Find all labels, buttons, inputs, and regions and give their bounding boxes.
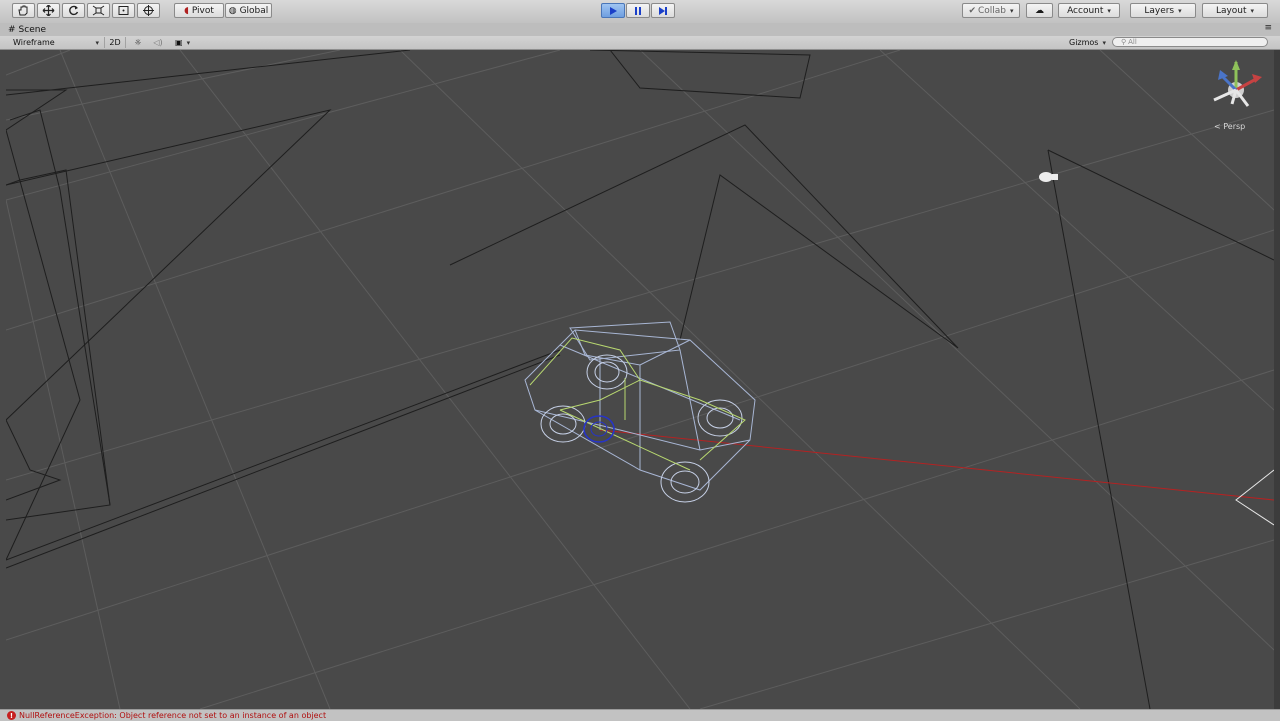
projection-label[interactable]: < Persp bbox=[1214, 122, 1245, 131]
main-toolbar: ◖ Pivot ◍ Global ✔ Collab ☁ Account Laye… bbox=[0, 0, 1280, 24]
layout-label: Layout bbox=[1215, 5, 1247, 16]
cloud-icon: ☁ bbox=[1035, 5, 1044, 16]
mode-2d-toggle[interactable]: 2D bbox=[104, 37, 126, 48]
orientation-gizmo bbox=[1213, 60, 1262, 107]
hand-icon[interactable] bbox=[12, 3, 35, 18]
console-status-message: NullReferenceException: Object reference… bbox=[19, 711, 327, 720]
tab-menu-icon[interactable]: ≡ bbox=[1264, 23, 1272, 33]
pause-button[interactable] bbox=[626, 3, 650, 18]
search-placeholder: All bbox=[1128, 38, 1137, 46]
collab-dropdown[interactable]: ✔ Collab bbox=[962, 3, 1020, 18]
persp-text: Persp bbox=[1223, 122, 1246, 131]
jeep-wireframe bbox=[524, 321, 756, 503]
rect-tool-icon[interactable] bbox=[112, 3, 135, 18]
scene-toolbar: Wireframe 2D ☼ ◁) ▣ Gizmos ⚲ All bbox=[0, 36, 1280, 50]
pivot-icon: ◖ bbox=[184, 5, 189, 16]
tab-scene[interactable]: # Scene bbox=[8, 23, 46, 36]
mode-2d-label: 2D bbox=[109, 38, 121, 47]
effects-icon[interactable]: ▣ bbox=[172, 37, 196, 48]
persp-arrow-icon: < bbox=[1214, 122, 1221, 131]
search-icon: ⚲ bbox=[1121, 38, 1127, 46]
layers-dropdown[interactable]: Layers bbox=[1130, 3, 1196, 18]
move-icon[interactable] bbox=[37, 3, 60, 18]
error-icon: ! bbox=[7, 711, 16, 720]
audio-icon[interactable]: ◁) bbox=[150, 37, 166, 48]
account-label: Account bbox=[1067, 5, 1104, 16]
draw-mode-dropdown[interactable]: Wireframe bbox=[10, 37, 102, 48]
transform-tool-icon[interactable] bbox=[137, 3, 160, 18]
layers-label: Layers bbox=[1144, 5, 1175, 16]
viewport-edge bbox=[1274, 50, 1280, 709]
scene-wireframe bbox=[6, 50, 1274, 709]
scene-tab-bar: # Scene ≡ bbox=[0, 23, 1280, 37]
pivot-toggle[interactable]: ◖ Pivot bbox=[174, 3, 224, 18]
layout-dropdown[interactable]: Layout bbox=[1202, 3, 1268, 18]
gizmos-label: Gizmos bbox=[1069, 38, 1099, 47]
search-input[interactable]: ⚲ All bbox=[1112, 37, 1268, 47]
scene-icon: # bbox=[8, 24, 16, 35]
account-dropdown[interactable]: Account bbox=[1058, 3, 1120, 18]
pivot-label: Pivot bbox=[191, 5, 214, 16]
check-icon: ✔ bbox=[968, 5, 976, 16]
rotate-icon[interactable] bbox=[62, 3, 85, 18]
scale-icon[interactable] bbox=[87, 3, 110, 18]
global-toggle[interactable]: ◍ Global bbox=[225, 3, 272, 18]
collab-label: Collab bbox=[978, 5, 1007, 16]
step-button[interactable] bbox=[651, 3, 675, 18]
scene-tab-label: Scene bbox=[18, 24, 46, 35]
lighting-icon[interactable]: ☼ bbox=[130, 37, 146, 48]
light-gizmo bbox=[1235, 469, 1274, 526]
gizmos-dropdown[interactable]: Gizmos bbox=[1066, 37, 1108, 48]
cloud-button[interactable]: ☁ bbox=[1026, 3, 1053, 18]
scene-viewport[interactable]: < Persp bbox=[6, 50, 1274, 709]
status-bar[interactable]: ! NullReferenceException: Object referen… bbox=[0, 709, 1280, 721]
draw-mode-label: Wireframe bbox=[13, 38, 55, 47]
globe-icon: ◍ bbox=[228, 5, 237, 16]
play-button[interactable] bbox=[601, 3, 625, 18]
global-label: Global bbox=[239, 5, 269, 16]
